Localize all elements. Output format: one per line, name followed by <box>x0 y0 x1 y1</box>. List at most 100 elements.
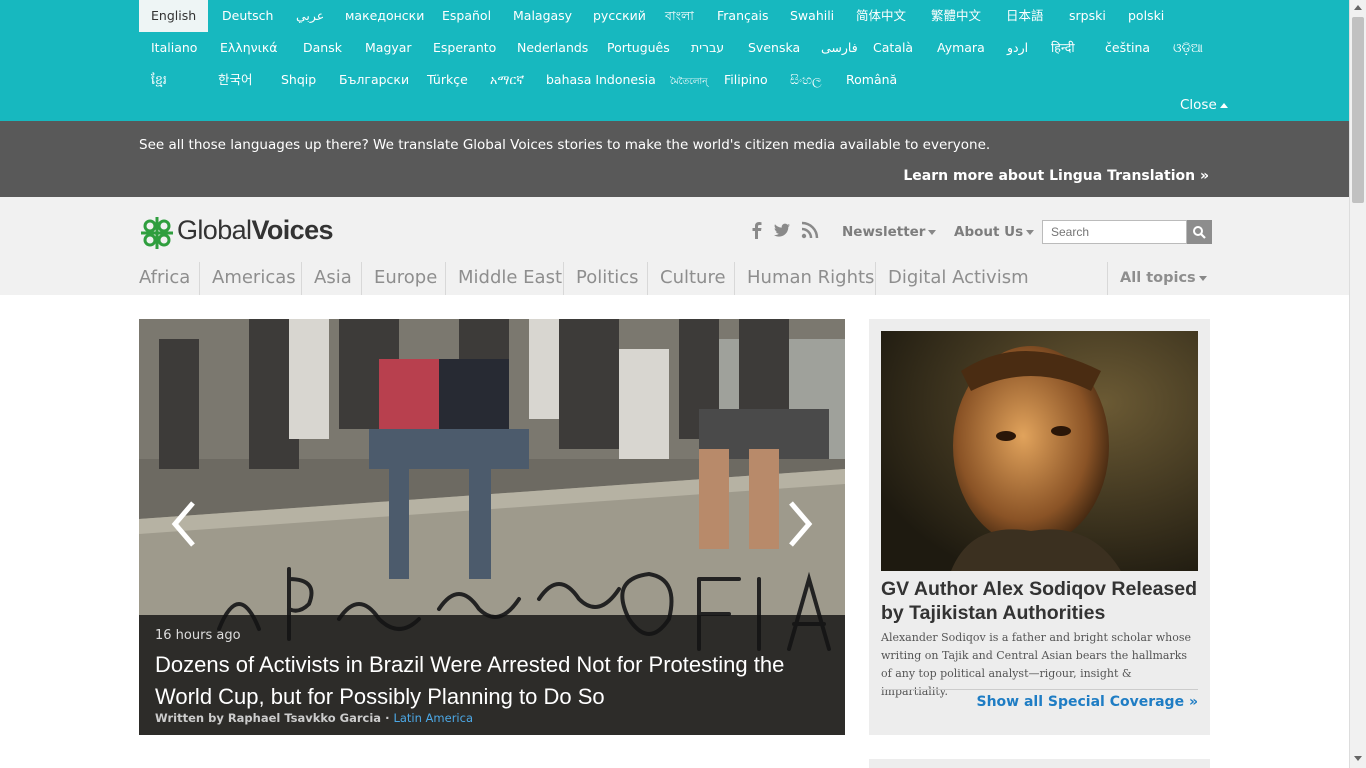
lang-item[interactable]: čeština <box>1105 40 1150 56</box>
logo-wordmark: GlobalVoices <box>177 215 334 246</box>
lang-item[interactable]: Swahili <box>790 8 834 24</box>
logo-global: Global <box>177 215 252 245</box>
lang-item[interactable]: Aymara <box>937 40 985 56</box>
page-scrollbar[interactable] <box>1349 0 1366 768</box>
lang-item[interactable]: Português <box>607 40 670 56</box>
lang-item[interactable]: Deutsch <box>222 8 273 24</box>
region-link[interactable]: Latin America <box>393 711 473 725</box>
lang-item[interactable]: Svenska <box>748 40 800 56</box>
about-us-label: About Us <box>954 224 1024 240</box>
chevron-down-icon <box>1026 229 1035 235</box>
topic-africa[interactable]: Africa <box>139 267 190 288</box>
featured-story-title[interactable]: Dozens of Activists in Brazil Were Arres… <box>155 649 835 713</box>
lang-item[interactable]: Magyar <box>365 40 412 56</box>
close-language-bar-link[interactable]: Close <box>1180 97 1228 113</box>
facebook-icon[interactable] <box>748 221 766 239</box>
author-link[interactable]: Written by Raphael Tsavkko Garcia <box>155 711 381 725</box>
lang-item[interactable]: ଓଡ଼ିଆ <box>1173 40 1203 56</box>
divider <box>199 262 200 295</box>
lang-item[interactable]: bahasa Indonesia <box>546 72 656 88</box>
lang-english[interactable]: English <box>139 0 209 32</box>
divider <box>445 262 446 295</box>
lang-item[interactable]: 简体中文 <box>856 8 906 24</box>
lang-item[interactable]: Italiano <box>151 40 197 56</box>
lang-item[interactable]: русский <box>593 8 646 24</box>
search-input[interactable] <box>1042 220 1187 244</box>
lang-item[interactable]: اردو <box>1007 40 1028 56</box>
topic-human-rights[interactable]: Human Rights <box>747 267 874 288</box>
divider <box>301 262 302 295</box>
twitter-icon[interactable] <box>773 221 791 239</box>
lang-item[interactable]: සිංහල <box>790 72 822 88</box>
lang-item[interactable]: Ελληνικά <box>220 40 277 56</box>
newsletter-label: Newsletter <box>842 224 926 240</box>
scroll-up-arrow-icon[interactable] <box>1354 5 1362 10</box>
lang-item[interactable]: 한국어 <box>218 72 253 88</box>
lang-item[interactable]: Malagasy <box>513 8 572 24</box>
lang-item[interactable]: polski <box>1128 8 1164 24</box>
all-topics-menu[interactable]: All topics <box>1120 270 1207 286</box>
slider-prev-arrow-icon[interactable] <box>167 499 201 549</box>
lang-item[interactable]: हिन्दी <box>1051 40 1075 56</box>
byline-separator: · <box>381 711 394 725</box>
lang-item[interactable]: Română <box>846 72 897 88</box>
featured-story-slider[interactable]: 16 hours ago Dozens of Activists in Braz… <box>139 319 845 735</box>
lang-item[interactable]: 繁體中文 <box>931 8 981 24</box>
logo-knot-icon <box>141 217 173 249</box>
promo-text: See all those languages up there? We tra… <box>139 137 991 153</box>
scrollbar-thumb[interactable] <box>1352 17 1364 203</box>
newsletter-menu[interactable]: Newsletter <box>842 224 937 240</box>
lang-item[interactable]: فارسی <box>821 40 858 56</box>
search-icon <box>1193 226 1206 239</box>
topic-culture[interactable]: Culture <box>660 267 726 288</box>
lang-item[interactable]: Esperanto <box>433 40 496 56</box>
lang-item[interactable]: עברית <box>691 40 724 56</box>
close-label: Close <box>1180 97 1217 113</box>
lingua-learn-more-link[interactable]: Learn more about Lingua Translation » <box>903 168 1209 184</box>
lang-item[interactable]: Català <box>873 40 913 56</box>
about-us-menu[interactable]: About Us <box>954 224 1035 240</box>
scroll-down-arrow-icon[interactable] <box>1354 756 1362 761</box>
lang-item[interactable]: македонски <box>345 8 424 24</box>
lang-item[interactable]: Български <box>339 72 409 88</box>
topic-europe[interactable]: Europe <box>374 267 437 288</box>
special-coverage-photo[interactable] <box>881 331 1198 571</box>
divider <box>1107 262 1108 295</box>
show-all-special-coverage-link[interactable]: Show all Special Coverage » <box>976 694 1198 710</box>
language-bar: English Deutsch عربي македонски Español … <box>0 0 1349 121</box>
global-voices-logo[interactable]: GlobalVoices <box>139 215 334 249</box>
lang-item[interactable]: Dansk <box>303 40 342 56</box>
lang-item[interactable]: Nederlands <box>517 40 588 56</box>
story-byline: Written by Raphael Tsavkko Garcia · Lati… <box>155 711 473 725</box>
rss-icon[interactable] <box>801 221 819 239</box>
search-button[interactable] <box>1187 220 1212 244</box>
topic-asia[interactable]: Asia <box>314 267 352 288</box>
topic-americas[interactable]: Americas <box>212 267 296 288</box>
lang-item[interactable]: বাংলা <box>665 8 694 24</box>
lang-item[interactable]: Español <box>442 8 491 24</box>
lang-item[interactable]: 日本語 <box>1006 8 1044 24</box>
topic-digital-activism[interactable]: Digital Activism <box>888 267 1029 288</box>
divider <box>734 262 735 295</box>
chevron-down-icon <box>1198 275 1207 281</box>
lang-item[interactable]: মৈতৈলোন্ <box>670 74 707 90</box>
special-coverage-box: GV Author Alex Sodiqov Released by Tajik… <box>869 319 1210 735</box>
lang-item[interactable]: አማርኛ <box>490 72 524 88</box>
topic-middle-east[interactable]: Middle East <box>458 267 562 288</box>
lang-item[interactable]: srpski <box>1069 8 1106 24</box>
divider <box>647 262 648 295</box>
lang-item[interactable]: ខ្មែរ <box>151 72 167 88</box>
lang-item[interactable]: Shqip <box>281 72 316 88</box>
lang-item[interactable]: عربي <box>296 8 324 24</box>
portrait-photo <box>881 331 1198 571</box>
all-topics-label: All topics <box>1120 270 1196 286</box>
topic-politics[interactable]: Politics <box>576 267 639 288</box>
special-coverage-title[interactable]: GV Author Alex Sodiqov Released by Tajik… <box>881 577 1201 625</box>
lingua-promo-banner: See all those languages up there? We tra… <box>0 121 1349 197</box>
chevron-down-icon <box>928 229 937 235</box>
sidebar-box-2 <box>869 759 1210 768</box>
lang-item[interactable]: Filipino <box>724 72 768 88</box>
slider-next-arrow-icon[interactable] <box>783 499 817 549</box>
lang-item[interactable]: Türkçe <box>427 72 468 88</box>
lang-item[interactable]: Français <box>717 8 769 24</box>
